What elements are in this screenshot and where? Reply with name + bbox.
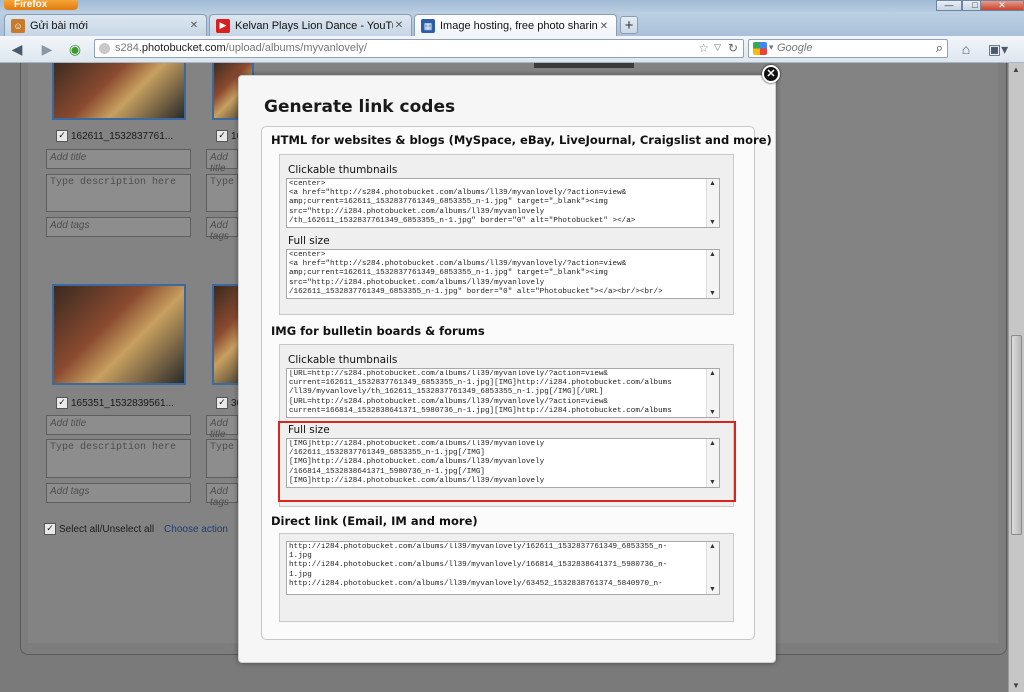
code-scrollbar[interactable]: ▲ ▼ [706,250,719,298]
close-tab-icon[interactable]: ✕ [598,21,610,32]
checkbox-checked[interactable]: ✓ [216,130,228,142]
search-engine-dropdown-icon[interactable]: ▾ [769,42,774,53]
firefox-menu-button[interactable]: Firefox [4,0,78,10]
code-text[interactable]: <center> <a href="http://s284.photobucke… [289,251,707,298]
checkbox-checked[interactable]: ✓ [216,397,228,409]
direct-link-code-box[interactable]: http://i284.photobucket.com/albums/ll39/… [286,541,720,595]
title-field[interactable]: Add title [206,415,238,440]
new-tab-button[interactable]: + [620,16,638,34]
scroll-thumb[interactable] [1011,335,1022,535]
link-codes-modal: Generate link codes HTML for websites & … [238,75,776,663]
close-tab-icon[interactable]: ✕ [393,20,405,31]
photo-filename: 162611_1532837761... [71,130,174,142]
photo-select-row[interactable]: ✓ 162611_1532837761... [56,130,173,142]
select-all-checkbox[interactable]: ✓ [44,523,56,535]
home-sync-icon[interactable]: ◉ [66,40,84,58]
close-window-button[interactable]: ✕ [980,0,1024,11]
html-clickable-code-box[interactable]: <center> <a href="http://s284.photobucke… [286,178,720,228]
search-icon[interactable]: ⌕ [936,40,943,56]
photobucket-favicon-icon: ▦ [421,19,435,33]
url-text[interactable]: s284.photobucket.com/upload/albums/myvan… [115,42,367,54]
description-field[interactable]: Type description here [46,439,191,478]
search-input[interactable]: Google [777,42,812,54]
youtube-favicon-icon: ▶ [216,18,230,33]
back-arrow-icon[interactable]: ◀ [8,40,26,58]
direct-link-group: http://i284.photobucket.com/albums/ll39/… [279,533,734,622]
url-bar[interactable]: s284.photobucket.com/upload/albums/myvan… [94,39,744,58]
scroll-down-arrow-icon[interactable]: ▼ [709,409,716,416]
select-all-label[interactable]: Select all/Unselect all [59,524,154,535]
modal-title: Generate link codes [264,97,456,117]
site-identity-icon[interactable] [99,43,110,54]
minimize-button[interactable]: — [936,0,962,11]
code-text[interactable]: [URL=http://s284.photobucket.com/albums/… [289,370,707,417]
scroll-down-arrow-icon[interactable]: ▼ [709,586,716,593]
tags-field[interactable]: Add tags [46,483,191,503]
full-size-label: Full size [288,235,330,247]
tab-label: Kelvan Plays Lion Dance - YouTube [235,19,393,32]
title-field[interactable]: Add title [46,149,191,169]
checkbox-checked[interactable]: ✓ [56,397,68,409]
tab-forum[interactable]: ☺ Gửi bài mới ✕ [4,14,207,36]
choose-action-link[interactable]: Choose action [164,524,228,535]
history-dropdown-icon[interactable]: ▽ [714,42,721,53]
photo-select-row[interactable]: ✓ 165351_1532839561... [56,397,174,409]
tags-field[interactable]: Add tags [206,483,238,508]
tab-youtube[interactable]: ▶ Kelvan Plays Lion Dance - YouTube ✕ [209,14,412,36]
photo-thumbnail[interactable] [52,284,186,385]
code-scrollbar[interactable]: ▲ ▼ [706,369,719,417]
scroll-down-arrow-icon[interactable]: ▼ [1012,681,1020,690]
direct-link-section-heading: Direct link (Email, IM and more) [271,514,478,528]
img-section-heading: IMG for bulletin boards & forums [271,324,485,338]
tags-field[interactable]: Add tags [206,217,238,242]
tab-strip: ☺ Gửi bài mới ✕ ▶ Kelvan Plays Lion Danc… [0,12,1024,37]
html-full-size-code-box[interactable]: <center> <a href="http://s284.photobucke… [286,249,720,299]
tab-label: Gửi bài mới [30,19,88,32]
code-scrollbar[interactable]: ▲ ▼ [706,179,719,227]
forum-favicon-icon: ☺ [11,18,25,33]
code-scrollbar[interactable]: ▲ ▼ [706,542,719,594]
scroll-up-arrow-icon[interactable]: ▲ [709,180,716,187]
bulk-action-bar: ✓ Select all/Unselect all Choose action [44,523,228,535]
scroll-up-arrow-icon[interactable]: ▲ [709,543,716,550]
photo-thumbnail[interactable] [534,63,634,68]
scroll-down-arrow-icon[interactable]: ▼ [709,219,716,226]
tags-field[interactable]: Add tags [46,217,191,237]
title-field[interactable]: Add title [46,415,191,435]
description-field[interactable]: Type description here [46,174,191,212]
navigation-bar: ◀ ▶ ◉ s284.photobucket.com/upload/albums… [0,36,1024,63]
code-text[interactable]: <center> <a href="http://s284.photobucke… [289,180,707,227]
tab-label: Image hosting, free photo sharing & ... [440,20,598,32]
scroll-up-arrow-icon[interactable]: ▲ [709,370,716,377]
html-code-group: Clickable thumbnails <center> <a href="h… [279,154,734,315]
scroll-up-arrow-icon[interactable]: ▲ [709,251,716,258]
google-engine-icon[interactable] [753,42,767,55]
reload-icon[interactable]: ↻ [728,41,738,55]
forward-arrow-icon[interactable]: ▶ [38,40,56,58]
close-tab-icon[interactable]: ✕ [188,20,200,31]
home-icon[interactable]: ⌂ [957,40,975,58]
search-bar[interactable]: ▾ Google ⌕ [748,39,948,58]
bookmark-star-icon[interactable]: ☆ [698,41,709,55]
tab-photobucket[interactable]: ▦ Image hosting, free photo sharing & ..… [414,14,617,37]
description-field[interactable]: Type [206,174,238,212]
description-field[interactable]: Type [206,439,238,478]
clickable-thumbnails-label: Clickable thumbnails [288,164,398,176]
checkbox-checked[interactable]: ✓ [56,130,68,142]
photo-filename: 165351_1532839561... [71,397,174,409]
img-clickable-code-box[interactable]: [URL=http://s284.photobucket.com/albums/… [286,368,720,418]
page-scrollbar[interactable]: ▲ ▼ [1008,63,1024,692]
highlight-annotation [278,421,736,502]
photo-thumbnail[interactable] [52,63,186,120]
code-text[interactable]: http://i284.photobucket.com/albums/ll39/… [289,543,707,593]
modal-close-icon[interactable]: ✕ [762,65,780,83]
link-codes-panel: HTML for websites & blogs (MySpace, eBay… [261,126,772,640]
title-field[interactable]: Add title [206,149,238,174]
clickable-thumbnails-label: Clickable thumbnails [288,354,398,366]
scroll-up-arrow-icon[interactable]: ▲ [1012,65,1020,74]
html-section-heading: HTML for websites & blogs (MySpace, eBay… [271,133,772,147]
bookmarks-menu-icon[interactable]: ▣▾ [986,40,1010,58]
scroll-down-arrow-icon[interactable]: ▼ [709,290,716,297]
title-bar: Firefox — □ ✕ [0,0,1024,12]
